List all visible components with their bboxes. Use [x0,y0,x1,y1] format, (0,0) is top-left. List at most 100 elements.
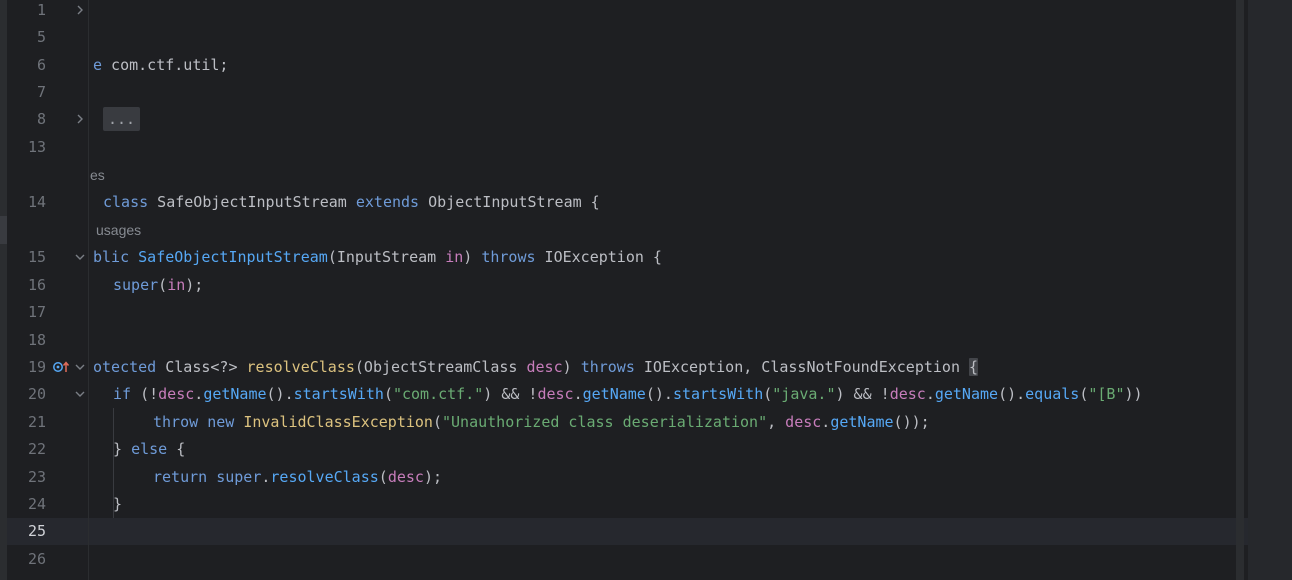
keyword: if [113,385,132,403]
line-number: 15 [27,248,46,266]
code-line-6[interactable]: 6 e com.ctf.util; [0,52,1236,79]
keyword: else [131,440,168,458]
code-line-23[interactable]: 23 return super.resolveClass(desc); [0,464,1236,491]
keyword: throws [481,248,536,266]
code-line-14[interactable]: 14 class SafeObjectInputStream extends O… [0,189,1236,216]
keyword: class [103,193,149,211]
parameter: desc [158,385,195,403]
method-name: resolveClass [246,358,355,376]
code-token: . [821,413,831,431]
code-line-8[interactable]: 8 ... [0,106,1236,133]
method-call: startsWith [672,385,764,403]
constructor-name: SafeObjectInputStream [138,248,328,266]
code-token: (ObjectStreamClass [354,358,527,376]
line-number: 5 [36,28,46,46]
parameter: desc [526,358,563,376]
code-token: } [113,495,123,513]
line-number: 25 [27,522,46,540]
keyword: throw [153,413,199,431]
code-line-21[interactable]: 21 throw new InvalidClassException("Unau… [0,409,1236,436]
code-line-1[interactable]: 1 [0,0,1236,24]
fold-collapse-icon[interactable] [74,388,86,400]
fold-collapse-icon[interactable] [74,361,86,373]
matched-brace: { [969,358,979,376]
code-line-20[interactable]: 20 if (!desc.getName().startsWith("com.c… [0,381,1236,408]
code-token: ) [463,248,482,266]
code-token: ( [763,385,773,403]
code-line-16[interactable]: 16 super(in); [0,272,1236,299]
line-number: 19 [27,358,46,376]
code-text: return super.resolveClass(desc); [153,464,442,491]
folded-region-placeholder[interactable]: ... [103,107,141,131]
method-call: getName [934,385,999,403]
code-token: ()); [893,413,930,431]
class-name: InvalidClassException [243,413,433,431]
fold-expand-icon[interactable] [74,113,86,125]
parameter: desc [889,385,926,403]
string-literal: "[B" [1088,385,1125,403]
method-call: equals [1025,385,1080,403]
code-line-26[interactable]: 26 [0,546,1236,573]
keyword: super [113,276,159,294]
line-number: 6 [36,56,46,74]
keyword: new [207,413,235,431]
code-line-5[interactable]: 5 [0,24,1236,51]
keyword: super [216,468,262,486]
code-text: otected Class<?> resolveClass(ObjectStre… [93,354,979,381]
line-number: 16 [27,276,46,294]
code-token: )) [1124,385,1143,403]
line-number: 8 [36,110,46,128]
line-number: 18 [27,331,46,349]
method-call: getName [830,413,894,431]
override-method-icon[interactable] [52,360,72,374]
code-token: IOException, ClassNotFoundException [634,358,970,376]
vertical-scrollbar[interactable] [1236,0,1244,580]
code-token: . [925,385,935,403]
code-line-19[interactable]: 19 otected Class<?> resolveClass(ObjectS… [0,354,1236,381]
code-line-7[interactable]: 7 [0,79,1236,106]
left-strip-marker [0,216,7,244]
fold-collapse-icon[interactable] [74,251,86,263]
code-line-18[interactable]: 18 [0,327,1236,354]
usages-hint[interactable]: es [90,162,105,189]
parameter: desc [537,385,574,403]
method-call: startsWith [293,385,384,403]
code-line-25[interactable]: 25 [0,518,1236,545]
code-line-13[interactable]: 13 [0,134,1236,161]
code-token: ( [158,276,168,294]
code-token: ); [185,276,204,294]
line-number: 26 [27,550,46,568]
method-call: getName [203,385,267,403]
keyword: e [93,56,103,74]
code-token: ( [378,468,388,486]
code-token: ) && ! [835,385,890,403]
code-token: , [767,413,786,431]
line-number: 24 [27,495,46,513]
usages-hint[interactable]: usages [96,217,141,244]
code-line-22[interactable]: 22 } else { [0,436,1236,463]
line-number: 17 [27,303,46,321]
parameter: desc [785,413,822,431]
folded-imports[interactable]: ... [103,106,141,133]
code-line-24[interactable]: 24 } [0,491,1236,518]
keyword: throws [580,358,635,376]
code-token: (). [998,385,1026,403]
code-line-15[interactable]: 15 blic SafeObjectInputStream(InputStrea… [0,244,1236,271]
fold-expand-icon[interactable] [74,4,86,16]
code-token: (). [266,385,294,403]
superclass: ObjectInputStream { [419,193,600,211]
keyword: extends [355,193,420,211]
keyword: otected [93,358,166,376]
keyword: return [153,468,208,486]
code-editor[interactable]: 1 5 6 e com.ctf.util; 7 8 ... 13 es 14 c… [0,0,1292,580]
line-number: 14 [27,193,46,211]
code-line-17[interactable]: 17 [0,299,1236,326]
code-text: super(in); [113,272,203,299]
return-type: Class<?> [165,358,247,376]
code-text: } [113,491,122,518]
string-literal: "com.ctf." [392,385,484,403]
line-number: 21 [27,413,46,431]
parameter: desc [387,468,424,486]
